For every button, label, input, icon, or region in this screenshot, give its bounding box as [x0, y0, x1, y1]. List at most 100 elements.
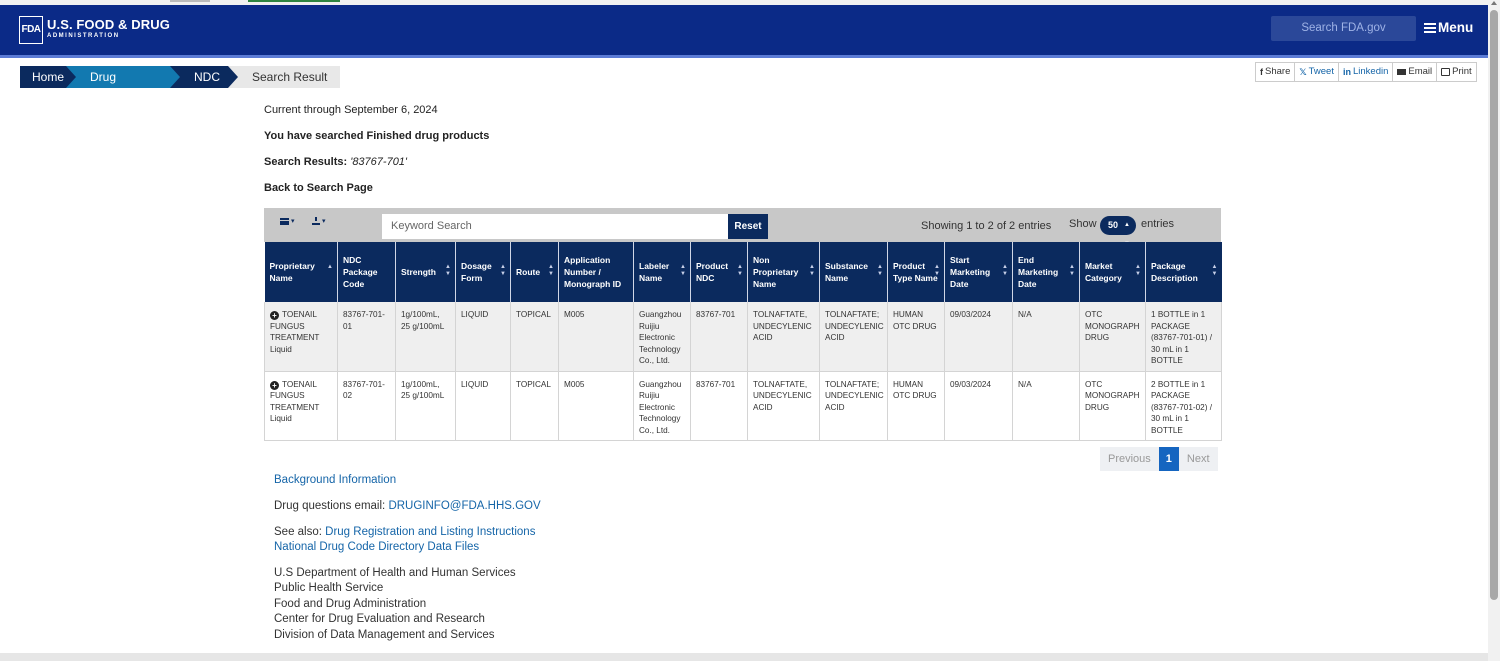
- download-icon: [312, 217, 320, 225]
- org-line: Division of Data Management and Services: [274, 629, 495, 641]
- sort-icon: ▲ ▼: [809, 264, 815, 277]
- see-also-line: See also: Drug Registration and Listing …: [274, 526, 536, 538]
- background-information-link[interactable]: Background Information: [274, 474, 396, 486]
- linkedin-icon: in: [1342, 67, 1351, 77]
- hamburger-icon: [1424, 22, 1436, 33]
- sort-icon: ▲ ▼: [548, 264, 554, 277]
- list-icon: [280, 217, 289, 225]
- table-cell: TOPICAL: [510, 371, 559, 441]
- table-header-row: Proprietary Name ▲ NDC Package Code Stren…: [264, 242, 1222, 302]
- table-cell: 83767-701: [690, 371, 748, 441]
- table-toolbar: ▾ ▾ Keyword Search Reset Showing 1 to 2 …: [264, 208, 1221, 247]
- table-cell: HUMAN OTC DRUG: [887, 302, 945, 372]
- previous-page-button[interactable]: Previous: [1100, 447, 1159, 471]
- scroll-up-arrow-icon[interactable]: [1491, 1, 1497, 5]
- table-cell: LIQUID: [455, 371, 511, 441]
- table-cell: TOLNAFTATE; UNDECYLENIC ACID: [819, 302, 888, 372]
- table-cell: TOLNAFTATE; UNDECYLENIC ACID: [819, 371, 888, 441]
- page-1-button[interactable]: 1: [1158, 447, 1179, 471]
- org-line: Food and Drug Administration: [274, 598, 427, 610]
- drug-registration-link[interactable]: Drug Registration and Listing Instructio…: [325, 526, 535, 538]
- table-cell: OTC MONOGRAPH DRUG: [1079, 371, 1146, 441]
- breadcrumb-search-result: Search Result: [228, 66, 340, 88]
- column-header[interactable]: Dosage Form ▲ ▼: [455, 242, 511, 302]
- table-cell: 1 BOTTLE in 1 PACKAGE (83767-701-01) / 3…: [1145, 302, 1222, 372]
- column-header[interactable]: Market Category ▲ ▼: [1079, 242, 1146, 302]
- column-header[interactable]: Application Number / Monograph ID: [558, 242, 634, 302]
- breadcrumb-home[interactable]: Home: [20, 66, 76, 88]
- drug-questions-line: Drug questions email: DRUGINFO@FDA.HHS.G…: [274, 500, 541, 512]
- expand-plus-icon[interactable]: +: [270, 380, 279, 390]
- table-cell: 1g/100mL, 25 g/100mL: [395, 302, 456, 372]
- column-header[interactable]: Product Type Name ▲ ▼: [887, 242, 945, 302]
- pagination: Previous 1 Next: [1100, 447, 1218, 471]
- keyword-search-input[interactable]: Keyword Search: [382, 214, 728, 239]
- entries-label: entries: [1141, 218, 1175, 230]
- sort-icon: ▲ ▼: [1211, 264, 1218, 277]
- caret-down-icon: ▾: [322, 218, 326, 225]
- x-icon: 𝕏: [1299, 67, 1307, 77]
- expand-plus-icon[interactable]: +: [270, 311, 279, 320]
- results-table: Proprietary Name ▲ NDC Package Code Stren…: [264, 242, 1222, 441]
- sort-icon: ▲ ▼: [1002, 264, 1008, 277]
- table-cell: M005: [558, 371, 634, 441]
- site-header: FDA U.S. FOOD & DRUG ADMINISTRATION Sear…: [0, 5, 1488, 58]
- column-header[interactable]: Product NDC ▲ ▼: [690, 242, 748, 302]
- ndc-data-files-link[interactable]: National Drug Code Directory Data Files: [274, 541, 479, 553]
- reset-button[interactable]: Reset: [728, 214, 768, 239]
- table-cell[interactable]: + TOENAIL FUNGUS TREATMENT Liquid: [264, 371, 338, 441]
- column-header[interactable]: Strength ▲ ▼: [395, 242, 456, 302]
- tweet-button[interactable]: 𝕏 Tweet: [1295, 63, 1339, 81]
- table-cell: N/A: [1012, 302, 1080, 372]
- table-cell: TOLNAFTATE, UNDECYLENIC ACID: [747, 371, 820, 441]
- print-button[interactable]: Print: [1437, 63, 1476, 81]
- table-row: + TOENAIL FUNGUS TREATMENT Liquid 83767-7…: [264, 371, 1222, 441]
- sort-icon: ▲ ▼: [737, 264, 743, 277]
- table-cell: 09/03/2024: [944, 371, 1013, 441]
- column-header[interactable]: Substance Name ▲ ▼: [819, 242, 888, 302]
- column-visibility-button[interactable]: ▾: [280, 217, 295, 225]
- share-button[interactable]: f Share: [1256, 63, 1296, 81]
- sort-icon: ▲ ▼: [1069, 264, 1075, 277]
- linkedin-button[interactable]: in Linkedin: [1339, 63, 1394, 81]
- back-to-search-link[interactable]: Back to Search Page: [264, 182, 373, 194]
- sort-icon: ▲ ▼: [877, 264, 883, 277]
- column-header[interactable]: End Marketing Date ▲ ▼: [1012, 242, 1080, 302]
- breadcrumb: Home Drug Databases NDC Search Result: [20, 66, 340, 106]
- sort-icon: ▲ ▼: [445, 264, 451, 277]
- table-cell: HUMAN OTC DRUG: [887, 371, 945, 441]
- org-line: U.S Department of Health and Human Servi…: [274, 567, 516, 579]
- horizontal-scrollbar[interactable]: [0, 653, 1488, 661]
- fda-logo-icon[interactable]: FDA: [19, 16, 43, 44]
- header-underline: [0, 55, 1488, 58]
- column-header[interactable]: Route ▲ ▼: [510, 242, 559, 302]
- table-cell: M005: [558, 302, 634, 372]
- next-page-button[interactable]: Next: [1178, 447, 1218, 471]
- email-button[interactable]: Email: [1393, 63, 1438, 81]
- export-button[interactable]: ▾: [312, 217, 326, 225]
- tab-indicator: [170, 0, 210, 2]
- table-cell: 09/03/2024: [944, 302, 1013, 372]
- column-header[interactable]: Start Marketing Date ▲ ▼: [944, 242, 1013, 302]
- show-label: Show: [1069, 218, 1097, 230]
- breadcrumb-drug-databases[interactable]: Drug Databases: [66, 66, 180, 106]
- menu-button[interactable]: Menu: [1424, 20, 1473, 35]
- scrollbar-thumb[interactable]: [1490, 10, 1498, 600]
- logo-title[interactable]: U.S. FOOD & DRUG: [47, 17, 170, 32]
- column-header[interactable]: NDC Package Code: [337, 242, 396, 302]
- print-icon: [1441, 68, 1451, 76]
- table-cell: 83767-701: [690, 302, 748, 372]
- column-header[interactable]: Non Proprietary Name ▲ ▼: [747, 242, 820, 302]
- druginfo-email-link[interactable]: DRUGINFO@FDA.HHS.GOV: [388, 500, 540, 512]
- table-cell[interactable]: + TOENAIL FUNGUS TREATMENT Liquid: [264, 302, 338, 372]
- search-fda-input[interactable]: Search FDA.gov: [1271, 16, 1416, 41]
- vertical-scrollbar[interactable]: [1488, 0, 1500, 661]
- column-header[interactable]: Proprietary Name ▲: [264, 242, 338, 302]
- page-size-select[interactable]: 50▲▼: [1100, 216, 1136, 247]
- column-header[interactable]: Package Description ▲ ▼: [1145, 242, 1222, 302]
- current-through-text: Current through September 6, 2024: [264, 104, 438, 116]
- column-header[interactable]: Labeler Name ▲ ▼: [633, 242, 691, 302]
- table-cell: N/A: [1012, 371, 1080, 441]
- searched-text: You have searched Finished drug products: [264, 130, 490, 142]
- envelope-icon: [1397, 69, 1407, 75]
